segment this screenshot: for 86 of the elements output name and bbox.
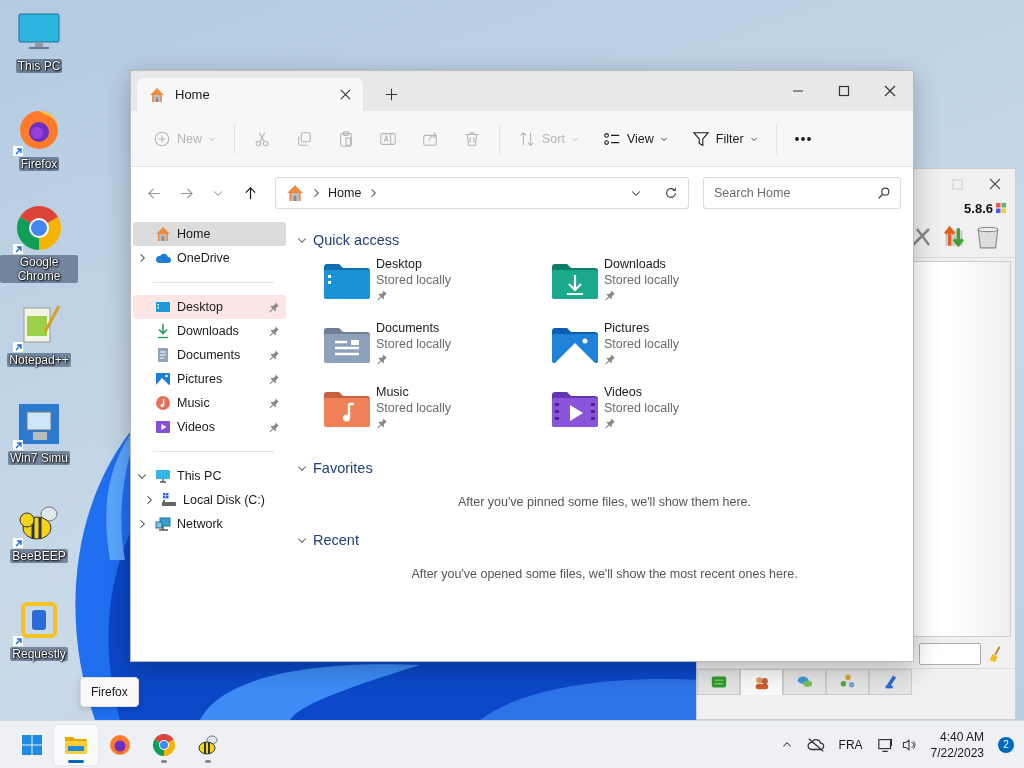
folder-name[interactable]: Desktop [376,257,452,271]
videos-icon [155,419,171,435]
section-header[interactable]: Quick access [313,232,400,248]
folder-name[interactable]: Videos [604,385,680,399]
desktop-icon [155,299,171,315]
disk-icon [161,492,177,508]
folder-icon [552,391,598,427]
sidebar-item[interactable]: Network [133,512,286,536]
empty-message: After you've opened some files, we'll show the most recent ones here. [410,567,799,581]
transfer-arrows-icon [941,224,967,250]
folder-name[interactable]: Documents [376,321,452,335]
app-icon [196,732,220,757]
cloud-off-icon [806,735,825,754]
filter-button[interactable]: Filter [679,121,770,156]
pc-icon [155,468,171,484]
empty-message: After you've pinned some files, we'll show them here. [456,495,753,509]
message-input-field[interactable] [919,643,981,665]
home-icon [286,184,304,202]
view-button[interactable]: View [590,121,680,156]
folder-icon [324,327,370,363]
desktop-icon-label[interactable]: BeeBEEP [10,549,68,563]
desktop-app-icon [15,204,63,252]
version-label: 5.8.6 [964,200,993,216]
folder-status: Stored locally [376,273,452,287]
section-header[interactable]: Recent [313,532,359,548]
folder-icon [552,327,598,363]
speaker-icon [900,736,917,753]
folder-status: Stored locally [376,337,452,351]
taskbar-app-button[interactable] [54,724,98,765]
sidebar-item[interactable]: OneDrive [133,246,286,270]
folder-status: Stored locally [376,401,452,415]
app-icon [152,732,176,757]
music-icon [155,395,171,411]
documents-icon [155,347,171,363]
sidebar-item[interactable]: Music [133,391,286,415]
address-bar[interactable]: Home [275,177,689,209]
windows-logo-icon [20,732,44,757]
pictures-icon [155,371,171,387]
sidebar-item[interactable]: Local Disk (C:) [133,488,286,512]
download-icon [155,323,171,339]
breadcrumb[interactable]: Home [328,186,362,200]
network-icon [155,516,171,532]
desktop-icon-label[interactable]: Notepad++ [7,353,71,367]
home-icon [155,226,171,242]
app-icon [108,732,132,757]
notification-badge[interactable]: 2 [998,736,1014,753]
tab[interactable] [740,669,783,695]
desktop-icon-label[interactable]: Win7 Simu [8,451,70,465]
sidebar-item[interactable]: Pictures [133,367,286,391]
tab[interactable] [697,669,740,695]
folder-status: Stored locally [604,273,680,287]
sidebar-item[interactable]: Documents [133,343,286,367]
folder-name[interactable]: Downloads [604,257,680,271]
search-field[interactable]: Search Home [703,177,901,209]
folder-icon [324,263,370,299]
home-icon [149,86,165,103]
folder-icon [552,263,598,299]
windows-logo-icon [995,202,1007,214]
trash-bin-icon [975,224,1001,250]
tab[interactable] [783,669,826,695]
folder-status: Stored locally [604,401,680,415]
maximize-icon [838,85,850,97]
new-tab-icon [385,88,398,101]
close-icon [884,85,896,97]
folder-name[interactable]: Music [376,385,452,399]
sidebar-item[interactable]: Videos [133,415,286,439]
folder-icon [324,391,370,427]
sidebar-item[interactable]: This PC [133,464,286,488]
search-icon [877,186,891,200]
folder-status: Stored locally [604,337,680,351]
refresh-icon [664,186,678,200]
close-icon [989,178,1001,190]
sidebar-item[interactable]: Home [133,222,286,246]
desktop-icon-label[interactable]: Google Chrome [0,255,78,283]
tooltip: Firefox [80,677,139,707]
section-header[interactable]: Favorites [313,460,373,476]
tab-label: Home [175,87,211,102]
clock[interactable]: 4:40 AM 7/22/2023 [930,728,984,761]
close-tab-icon [340,89,351,100]
language-indicator[interactable]: FRA [838,737,863,752]
folder-name[interactable]: Pictures [604,321,680,335]
tab[interactable] [826,669,869,695]
sidebar-item[interactable]: Desktop [133,295,286,319]
sidebar-item[interactable]: Downloads [133,319,286,343]
tab[interactable] [869,669,912,695]
tab[interactable]: Home [137,78,363,111]
